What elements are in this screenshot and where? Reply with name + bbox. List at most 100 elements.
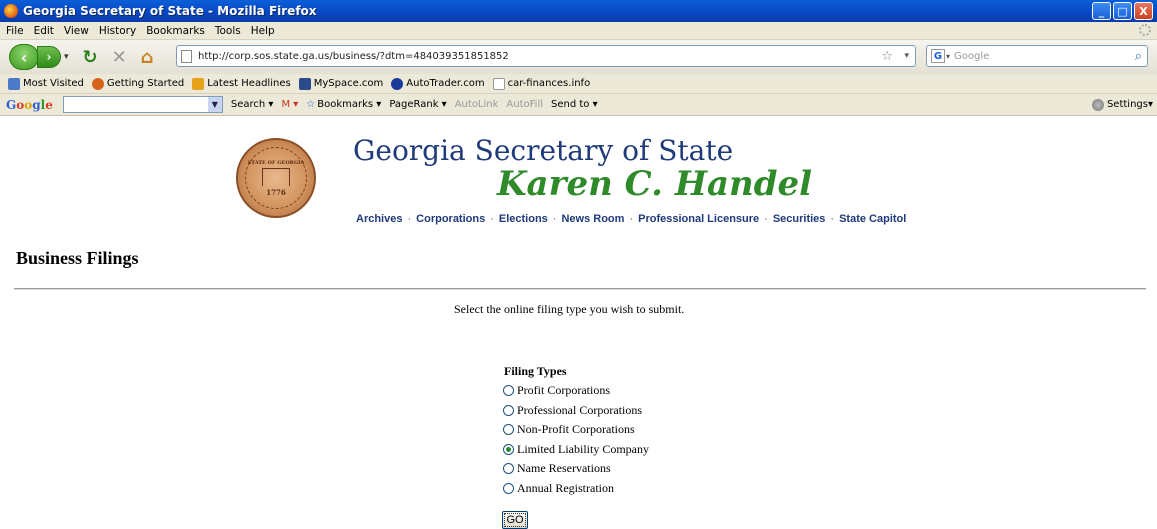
maximize-button[interactable]: □ (1113, 2, 1132, 20)
stop-icon[interactable]: ✕ (112, 47, 127, 68)
google-engine-icon[interactable]: G (931, 49, 945, 63)
toolbar-label: Search ▾ (230, 99, 274, 110)
page-content: STATE OF GEORGIA 1776 Georgia Secretary … (0, 116, 1157, 529)
page-icon (492, 77, 505, 90)
settings-button[interactable]: Settings▾ (1091, 98, 1153, 111)
menu-bar: File Edit View History Bookmarks Tools H… (0, 22, 1157, 40)
nav-link-corporations[interactable]: Corporations (416, 213, 485, 225)
toolbar-label: M ▾ (281, 99, 299, 110)
bookmark-label: AutoTrader.com (406, 78, 485, 89)
getting-started-icon (91, 77, 104, 90)
firefox-icon (4, 4, 18, 18)
menu-bookmarks[interactable]: Bookmarks (146, 25, 205, 37)
most-visited-icon (8, 77, 20, 90)
search-placeholder[interactable]: Google (954, 51, 989, 62)
window-controls: _ □ X (1092, 2, 1153, 20)
filing-types-group: Filing Types Profit Corporations Profess… (503, 364, 649, 498)
seal-text: STATE OF GEORGIA (247, 159, 305, 166)
bookmark-label: Getting Started (106, 78, 185, 89)
history-dropdown-icon[interactable]: ▾ (64, 52, 69, 62)
chevron-down-icon[interactable]: ▼ (207, 97, 222, 112)
radio-button[interactable] (503, 424, 514, 436)
menu-view[interactable]: View (64, 25, 89, 37)
menu-tools[interactable]: Tools (215, 25, 241, 37)
go-button[interactable]: GO (502, 511, 528, 529)
nav-link-securities[interactable]: Securities (773, 213, 826, 225)
radio-label[interactable]: Name Reservations (517, 461, 611, 476)
autotrader-icon (391, 77, 404, 90)
nav-link-state-capitol[interactable]: State Capitol (839, 213, 906, 225)
navigation-toolbar: ‹ › ▾ ↻ ✕ ⌂ http://corp.sos.state.ga.us/… (0, 40, 1157, 74)
autofill-button[interactable]: AutoFill (506, 99, 543, 110)
bookmark-star-icon[interactable]: ☆ (881, 49, 893, 64)
site-navigation: Archives · Corporations · Elections · Ne… (356, 213, 906, 225)
bookmark-autotrader[interactable]: AutoTrader.com (391, 77, 485, 90)
bookmark-getting-started[interactable]: Getting Started (91, 77, 185, 90)
bookmark-car-finances[interactable]: car-finances.info (492, 77, 590, 90)
radio-name-reservations[interactable]: Name Reservations (503, 459, 649, 479)
bookmark-myspace[interactable]: MySpace.com (298, 77, 384, 90)
bookmark-latest-headlines[interactable]: Latest Headlines (192, 77, 291, 90)
nav-link-archives[interactable]: Archives (356, 213, 402, 225)
bookmark-label: MySpace.com (313, 78, 384, 89)
radio-professional-corporations[interactable]: Professional Corporations (503, 401, 649, 421)
radio-button[interactable] (503, 404, 514, 416)
go-label: GO (504, 513, 526, 527)
star-icon: ☆ (306, 99, 316, 110)
radio-label[interactable]: Limited Liability Company (517, 442, 649, 457)
radio-non-profit-corporations[interactable]: Non-Profit Corporations (503, 420, 649, 440)
nav-link-news-room[interactable]: News Room (561, 213, 624, 225)
menu-file[interactable]: File (6, 25, 24, 37)
seal-year: 1776 (266, 187, 286, 197)
google-search-input[interactable]: ▼ (62, 96, 223, 113)
radio-label[interactable]: Non-Profit Corporations (517, 422, 635, 437)
radio-label[interactable]: Annual Registration (517, 481, 614, 496)
filing-types-label: Filing Types (504, 364, 567, 378)
site-title: Georgia Secretary of State (353, 134, 734, 167)
radio-label[interactable]: Profit Corporations (517, 383, 610, 398)
radio-label[interactable]: Professional Corporations (517, 403, 642, 418)
search-icon[interactable]: ⌕ (1135, 49, 1142, 64)
reload-icon[interactable]: ↻ (83, 47, 98, 68)
send-to-button[interactable]: Send to ▾ (551, 99, 598, 110)
radio-annual-registration[interactable]: Annual Registration (503, 479, 649, 499)
bookmark-most-visited[interactable]: Most Visited (8, 77, 84, 90)
engine-dropdown-icon[interactable]: ▾ (946, 52, 950, 61)
pagerank-button[interactable]: PageRank ▾ (389, 99, 446, 110)
radio-profit-corporations[interactable]: Profit Corporations (503, 381, 649, 401)
menu-help[interactable]: Help (251, 25, 275, 37)
window-title: Georgia Secretary of State - Mozilla Fir… (23, 4, 317, 18)
menu-history[interactable]: History (99, 25, 136, 37)
autolink-button[interactable]: AutoLink (455, 99, 499, 110)
separator: · (629, 213, 634, 225)
rss-icon (192, 77, 205, 90)
google-toolbar: Google ▼ Search ▾ M ▾ ☆ Bookmarks ▾ PageR… (0, 94, 1157, 116)
bookmarks-button[interactable]: ☆ Bookmarks ▾ (306, 99, 381, 110)
menu-edit[interactable]: Edit (34, 25, 54, 37)
url-text[interactable]: http://corp.sos.state.ga.us/business/?dt… (198, 51, 509, 62)
radio-limited-liability-company[interactable]: Limited Liability Company (503, 440, 649, 460)
radio-button-selected[interactable] (503, 443, 514, 455)
gmail-button[interactable]: M ▾ (281, 99, 298, 110)
minimize-button[interactable]: _ (1092, 2, 1111, 20)
title-bar: Georgia Secretary of State - Mozilla Fir… (0, 0, 1157, 22)
search-box[interactable]: G ▾ Google ⌕ (926, 45, 1148, 67)
page-icon (181, 49, 192, 63)
forward-button[interactable]: › (37, 46, 61, 68)
url-dropdown-icon[interactable]: ▾ (904, 51, 909, 61)
home-icon[interactable]: ⌂ (141, 47, 154, 68)
google-logo: Google (6, 97, 53, 112)
address-bar[interactable]: http://corp.sos.state.ga.us/business/?dt… (176, 45, 916, 67)
radio-button[interactable] (503, 482, 514, 494)
bookmark-label: Most Visited (23, 78, 84, 89)
nav-link-elections[interactable]: Elections (499, 213, 548, 225)
nav-link-professional-licensure[interactable]: Professional Licensure (638, 213, 759, 225)
separator: · (490, 213, 494, 225)
back-button[interactable]: ‹ (9, 44, 39, 70)
divider (14, 288, 1146, 290)
google-search-button[interactable]: Search ▾ (231, 99, 274, 110)
radio-button[interactable] (503, 463, 514, 475)
close-button[interactable]: X (1134, 2, 1153, 20)
toolbar-label: AutoLink (454, 99, 499, 110)
radio-button[interactable] (503, 385, 514, 397)
